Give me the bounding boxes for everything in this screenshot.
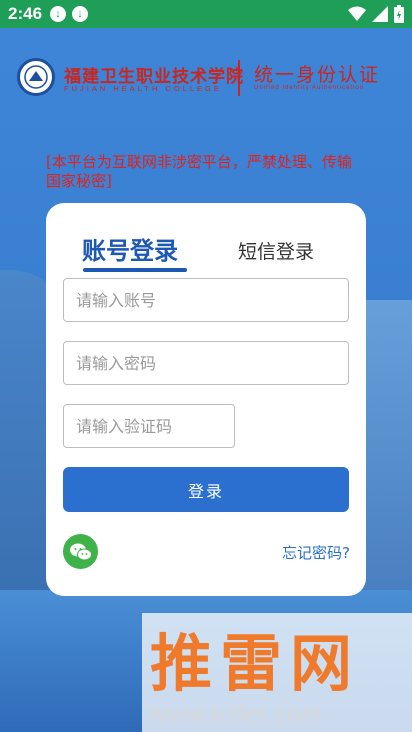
watermark-url: www.tuilei.com <box>150 701 323 728</box>
system-title-english: Unified Identity Authentication <box>254 85 365 91</box>
status-time: 2:46 <box>8 4 43 23</box>
login-card: 账号登录 短信登录 登录 忘记密码? <box>46 203 366 596</box>
wechat-login-icon[interactable] <box>63 534 98 569</box>
wifi-icon <box>348 6 366 21</box>
active-tab-indicator <box>83 268 187 272</box>
watermark-brand: 推雷网 <box>150 627 361 700</box>
status-bar: 2:46 ↓ ↓ <box>0 0 412 28</box>
banner-divider <box>238 60 240 96</box>
captcha-input[interactable] <box>63 404 235 448</box>
account-input[interactable] <box>63 278 349 322</box>
school-name-english: FUJIAN HEALTH COLLEGE <box>64 84 222 93</box>
forgot-password-link[interactable]: 忘记密码? <box>282 542 350 563</box>
watermark: 推雷网 www.tuilei.com <box>142 613 412 732</box>
download-icon: ↓ <box>72 6 89 22</box>
tab-sms-login[interactable]: 短信登录 <box>238 237 314 264</box>
signal-icon <box>372 6 388 22</box>
battery-icon <box>394 5 404 23</box>
tab-account-login[interactable]: 账号登录 <box>82 231 178 266</box>
download-icon: ↓ <box>50 6 67 22</box>
system-title: 统一身份认证 <box>254 64 381 86</box>
school-logo-icon <box>17 58 55 96</box>
password-input[interactable] <box>63 341 349 385</box>
security-notice: [本平台为互联网非涉密平台，严禁处理、传输国家秘密] <box>46 153 352 190</box>
header-banner: 福建卫生职业技术学院 FUJIAN HEALTH COLLEGE 统一身份认证 … <box>0 52 412 104</box>
login-button[interactable]: 登录 <box>63 467 349 512</box>
